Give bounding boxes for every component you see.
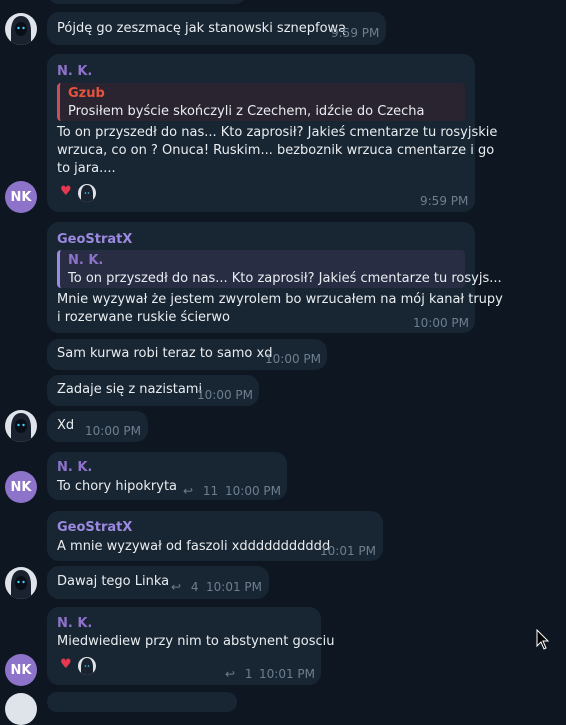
- message-bubble[interactable]: N. K. To chory hipokryta ↩ 11 10:00 PM: [47, 452, 287, 500]
- mouse-cursor-icon: [536, 629, 550, 650]
- message-text-line: i rozerwane ruskie ścierwo: [57, 310, 230, 325]
- replies-counter[interactable]: ↩ 4: [171, 580, 199, 594]
- message-text: Sam kurwa robi teraz to samo xd: [57, 346, 273, 361]
- sender-name[interactable]: N. K.: [57, 64, 92, 79]
- message-time: 10:00 PM: [265, 352, 321, 366]
- sender-name[interactable]: GeoStratX: [57, 232, 132, 247]
- message-text: A mnie wyzywał od faszoli xddddddddddd: [57, 539, 331, 554]
- reply-arrow-icon: ↩: [171, 580, 182, 594]
- message-bubble[interactable]: GeoStratX A mnie wyzywał od faszoli xddd…: [47, 511, 383, 561]
- replies-counter[interactable]: ↩ 1: [225, 667, 253, 681]
- sender-name[interactable]: N. K.: [57, 616, 92, 631]
- message-text: Zadaje się z nazistami: [57, 382, 203, 397]
- message-bubble[interactable]: Xd 10:00 PM: [47, 411, 148, 442]
- heart-reaction-icon[interactable]: ♥: [60, 184, 72, 199]
- message-bubble[interactable]: Pójdę go zeszmacę jak stanowski sznepfow…: [47, 12, 386, 45]
- message-text: Pójdę go zeszmacę jak stanowski sznepfow…: [57, 21, 347, 36]
- message-time: 10:01 PM: [320, 544, 376, 558]
- message-bubble-partial[interactable]: [47, 692, 237, 712]
- avatar-nk[interactable]: NK: [5, 181, 37, 213]
- message-bubble[interactable]: Sam kurwa robi teraz to samo xd 10:00 PM: [47, 339, 327, 370]
- message-bubble[interactable]: Dawaj tego Linka ↩ 4 10:01 PM: [47, 566, 269, 599]
- avatar-hooded[interactable]: [5, 567, 37, 599]
- message-time: 10:00 PM: [85, 424, 141, 438]
- quote-sender: Gzub: [68, 86, 105, 101]
- reply-arrow-icon: ↩: [225, 667, 236, 681]
- reaction-user-avatar: [78, 657, 96, 675]
- reply-arrow-icon: ↩: [183, 484, 194, 498]
- reply-quote[interactable]: N. K. To on przyszedł do nas... Kto zapr…: [57, 250, 502, 288]
- message-time: 10:01 PM: [259, 667, 315, 681]
- reply-quote[interactable]: Gzub Prosiłem byście skończyli z Czechem…: [57, 83, 465, 121]
- sender-name[interactable]: N. K.: [57, 460, 92, 475]
- avatar-hooded[interactable]: [5, 410, 37, 442]
- avatar-nk[interactable]: NK: [5, 471, 37, 503]
- message-text-line: wrzuca, co on ? Onuca! Ruskim... bezbozn…: [57, 143, 495, 158]
- message-text-line: to jara....: [57, 161, 116, 176]
- message-text: Xd: [57, 418, 75, 433]
- message-text: Dawaj tego Linka: [57, 574, 170, 589]
- message-bubble-partial[interactable]: [47, 0, 247, 4]
- quote-sender: N. K.: [68, 253, 104, 268]
- message-time: 10:01 PM: [206, 580, 262, 594]
- hooded-figure-icon: [11, 16, 31, 45]
- avatar-hooded[interactable]: [5, 13, 37, 45]
- message-bubble[interactable]: N. K. Gzub Prosiłem byście skończyli z C…: [47, 54, 497, 212]
- replies-count: 4: [190, 580, 199, 594]
- message-time: 10:00 PM: [197, 388, 253, 402]
- hooded-figure-icon: [11, 413, 31, 442]
- message-bubble[interactable]: GeoStratX N. K. To on przyszedł do nas..…: [47, 222, 503, 333]
- replies-count: 11: [202, 484, 219, 498]
- sender-name[interactable]: GeoStratX: [57, 520, 132, 535]
- message-text: Miedwiediew przy nim to abstynent gosciu: [57, 634, 335, 649]
- message-text-line: To on przyszedł do nas... Kto zaprosił? …: [57, 125, 498, 140]
- hooded-figure-icon: [11, 570, 31, 599]
- avatar-nk[interactable]: NK: [5, 654, 37, 686]
- replies-counter[interactable]: ↩ 11: [183, 484, 218, 498]
- message-bubble[interactable]: N. K. Miedwiediew przy nim to abstynent …: [47, 607, 335, 685]
- message-time: 9:59 PM: [420, 194, 469, 208]
- replies-count: 1: [244, 667, 253, 681]
- reaction-user-avatar: [78, 184, 96, 202]
- quote-text: To on przyszedł do nas... Kto zaprosił? …: [68, 271, 502, 286]
- message-time: 10:00 PM: [225, 484, 281, 498]
- quote-text: Prosiłem byście skończyli z Czechem, idź…: [68, 104, 425, 119]
- message-time: 9:59 PM: [331, 26, 380, 40]
- message-bubble[interactable]: Zadaje się z nazistami 10:00 PM: [47, 375, 259, 406]
- message-text: To chory hipokryta: [57, 479, 178, 494]
- heart-reaction-icon[interactable]: ♥: [60, 657, 72, 672]
- message-time: 10:00 PM: [413, 316, 469, 330]
- message-text-line: Mnie wyzywał że jestem zwyrolem bo wrzuc…: [57, 292, 503, 307]
